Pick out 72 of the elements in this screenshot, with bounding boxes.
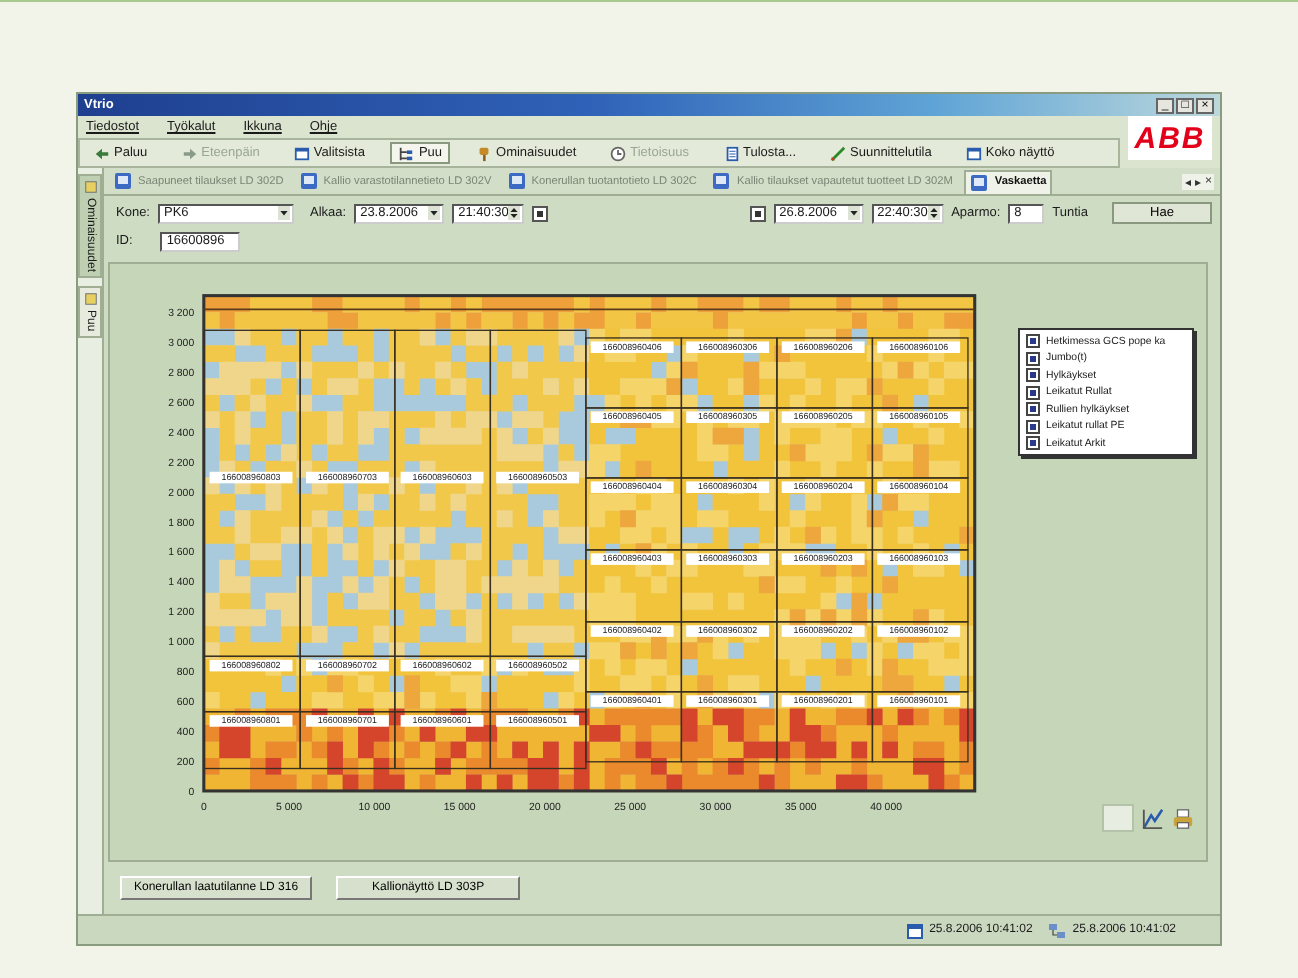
roll-outline[interactable] [680,549,778,623]
roll-outline[interactable] [585,691,683,763]
roll-outline[interactable] [489,711,587,770]
legend-checkbox[interactable] [1026,402,1040,416]
roll-outline[interactable] [871,549,969,623]
roll-outline[interactable] [299,655,396,713]
roll-outline[interactable] [871,407,969,479]
calendar-icon [905,921,924,939]
legend-checkbox[interactable] [1026,419,1040,433]
document-icon [712,172,731,190]
document-icon [507,172,526,190]
roll-outline[interactable] [776,477,874,551]
legend-checkbox[interactable] [1026,351,1040,365]
roll-outline[interactable] [871,621,969,693]
spinner-icon [508,206,521,220]
roll-outline[interactable] [776,337,874,409]
printer-icon[interactable] [1172,807,1194,829]
roll-outline[interactable] [776,407,874,479]
roll-outline[interactable] [203,329,301,657]
legend-checkbox[interactable] [1026,368,1040,382]
roll-outline[interactable] [871,477,969,551]
legend-checkbox[interactable] [1026,334,1040,348]
roll-outline[interactable] [585,337,683,409]
roll-outline[interactable] [680,477,778,551]
panel-icon [83,180,97,194]
window-icon [293,145,310,161]
roll-outline[interactable] [203,655,301,713]
roll-outline[interactable] [680,337,778,409]
roll-outline[interactable] [871,337,969,409]
roll-outline[interactable] [585,407,683,479]
spinner-icon [927,206,940,220]
roll-outline[interactable] [585,621,683,693]
legend-checkbox[interactable] [1026,436,1040,450]
roll-outline[interactable] [585,477,683,551]
clock-icon [610,145,627,161]
roll-outline[interactable] [776,549,874,623]
roll-outline[interactable] [871,691,969,763]
roll-outline[interactable] [394,329,492,657]
chart-edit-icon[interactable] [1142,807,1164,829]
tree-icon [398,145,415,161]
color-swatch[interactable] [1102,804,1134,832]
roll-outline[interactable] [299,711,396,770]
hand-icon [476,145,493,161]
roll-outline[interactable] [489,329,587,657]
roll-outline[interactable] [680,621,778,693]
roll-outline[interactable] [776,691,874,763]
roll-outline[interactable] [776,621,874,693]
network-icon [1048,921,1067,939]
roll-outline[interactable] [680,691,778,763]
roll-outline[interactable] [394,711,492,770]
roll-outline[interactable] [299,329,396,657]
window-icon [965,145,982,161]
start-checkbox[interactable] [532,205,549,221]
ruler-pencil-icon [830,145,847,161]
document-icon [723,145,740,161]
roll-outline[interactable] [394,655,492,713]
arrow-right-icon [181,145,198,161]
dropdown-arrow-icon [847,206,860,220]
end-checkbox[interactable] [749,205,766,221]
arrow-left-icon [94,145,110,161]
panel-icon [83,292,97,307]
roll-outline[interactable] [680,407,778,479]
roll-outline[interactable] [489,655,587,713]
document-icon [299,172,318,190]
dropdown-arrow-icon [278,206,290,220]
document-icon [114,172,132,190]
roll-outline[interactable] [585,549,683,623]
roll-outline[interactable] [203,711,301,770]
abb-logo: ABB [1128,116,1212,160]
dropdown-arrow-icon [428,206,441,220]
legend-checkbox[interactable] [1026,385,1040,399]
document-icon [970,173,989,191]
